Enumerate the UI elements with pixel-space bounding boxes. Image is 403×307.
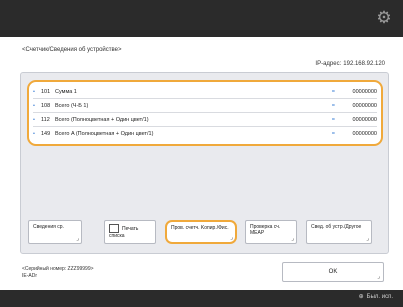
counter-name: Всего (Полноцветная + Один цвет/1) [55,116,149,123]
device-info-label: Свед. об устр./Другое [311,224,362,230]
counter-value: 00000000 [352,102,377,109]
bullet-icon: • [33,102,35,109]
corner-arrow-icon: ⌟ [291,236,294,242]
ip-value: 192.168.92.120 [343,61,385,67]
gear-icon[interactable]: ⚙ [375,9,393,27]
counter-list: • 101 Сумма 1 = 00000000 • 108 Всего (Ч-… [27,80,383,146]
check-mib-button[interactable]: Проверка сч. MEAP ⌟ [245,220,297,244]
ip-address: IP-адрес: 192.168.92.120 [313,61,385,67]
serial-number-extra: IE-ADr [22,273,37,279]
bullet-icon: • [33,130,35,137]
serial-info-label: Сведения ср. [33,224,64,230]
status-icon: ⊕ [358,294,364,300]
check-mib-label: Проверка сч. MEAP [250,224,281,236]
corner-arrow-icon: ⌟ [230,235,233,241]
bullet-icon: • [33,88,35,95]
serial-number-label: <Серийный номер: ZZZ99999> [22,266,94,272]
status-bar: ⊕ Был. исп. [0,290,403,307]
device-info-button[interactable]: Свед. об устр./Другое ⌟ [306,220,372,244]
corner-arrow-icon: ⌟ [377,274,380,280]
corner-arrow-icon: ⌟ [76,236,79,242]
print-list-button[interactable]: Печать списка [104,220,156,244]
status-label: Был. исп. [366,294,393,300]
counter-name: Всего A (Полноцветная + Один цвет/1) [55,130,154,137]
equals-icon: = [331,102,335,109]
corner-arrow-icon: ⌟ [366,236,369,242]
counter-row[interactable]: • 101 Сумма 1 = 00000000 [33,85,377,99]
counter-row[interactable]: • 108 Всего (Ч-Б 1) = 00000000 [33,99,377,113]
serial-info-button[interactable]: Сведения ср. ⌟ [28,220,82,244]
counter-code: 112 [41,116,50,123]
counter-code: 108 [41,102,51,109]
counter-value: 00000000 [352,116,377,123]
top-bar: ⚙ [0,0,403,37]
bullet-icon: • [33,116,35,123]
equals-icon: = [331,116,335,123]
counter-value: 00000000 [352,130,377,137]
counter-row[interactable]: • 149 Всего A (Полноцветная + Один цвет/… [33,127,377,140]
check-counter-label: Пров. счетч. Kопир./Фис. [171,225,229,231]
ip-label: IP-адрес: [315,61,342,67]
counter-row[interactable]: • 112 Всего (Полноцветная + Один цвет/1)… [33,113,377,127]
breadcrumb: <Счетчик/Сведения об устройстве> [22,47,122,53]
counter-value: 00000000 [352,88,377,95]
status-indicator[interactable]: ⊕ Был. исп. [359,293,393,300]
counter-name: Сумма 1 [55,88,77,95]
check-counter-button[interactable]: Пров. счетч. Kопир./Фис. ⌟ [165,220,237,244]
print-icon [109,224,119,233]
counter-name: Всего (Ч-Б 1) [55,102,89,109]
counter-code: 101 [41,88,51,95]
serial-number: <Серийный номер: ZZZ99999> IE-ADr [22,266,94,280]
ok-label: OK [328,269,338,275]
counter-code: 149 [41,130,51,137]
equals-icon: = [331,130,335,137]
ok-button[interactable]: OK ⌟ [282,262,384,282]
equals-icon: = [331,88,335,95]
